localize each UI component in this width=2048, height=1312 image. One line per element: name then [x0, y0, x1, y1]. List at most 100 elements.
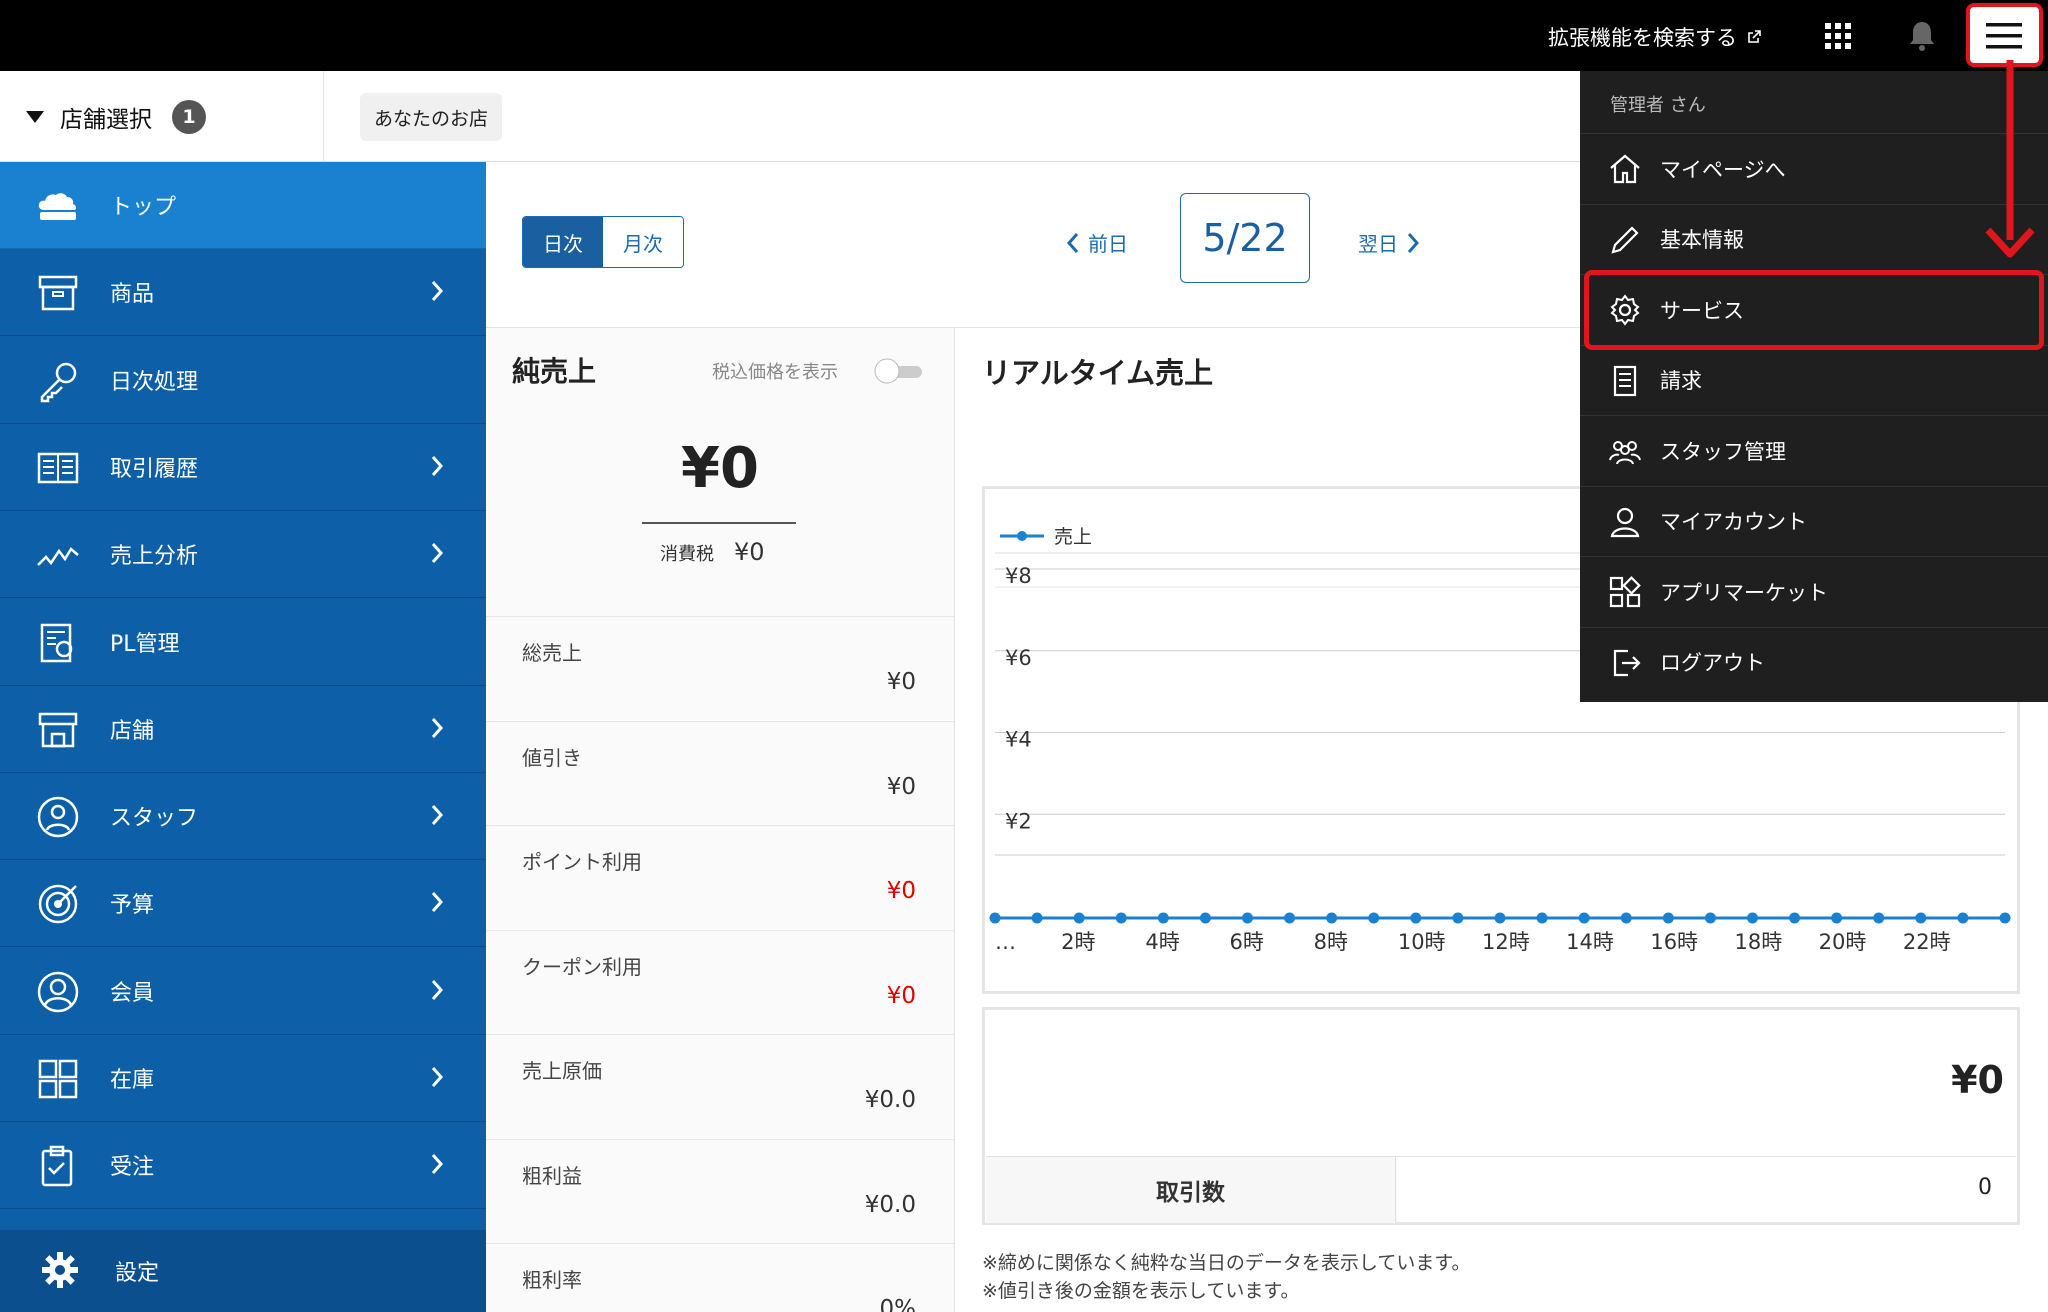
tax-include-switch[interactable] [874, 358, 926, 384]
data-point [1873, 912, 1885, 924]
settings-label: 設定 [115, 1261, 160, 1286]
sidebar-item[interactable]: 会員 [0, 947, 486, 1035]
y-tick-label: ¥8 [1005, 564, 1032, 588]
dropdown-item[interactable]: スタッフ管理 [1580, 415, 2048, 485]
legend-series-name: 売上 [1054, 526, 1093, 548]
dropdown-item-label: 請求 [1660, 369, 1702, 393]
metric-value: ¥0.0 [864, 1191, 916, 1218]
sidebar-item[interactable]: 商品 [0, 249, 486, 337]
annotation-arrow [1985, 60, 2035, 258]
sidebar-item[interactable]: 店舗 [0, 685, 486, 773]
apps-grid-icon[interactable] [1816, 14, 1860, 58]
metric-label: 総売上 [522, 641, 582, 665]
sidebar-item[interactable]: スタッフ [0, 773, 486, 861]
x-tick-label: 6時 [1230, 930, 1264, 954]
annotation-highlight-box [1584, 270, 2044, 350]
staff-icon [36, 795, 80, 839]
y-tick-label: ¥4 [1005, 728, 1032, 752]
chevron-right-icon [430, 803, 444, 827]
ledger-icon [36, 446, 80, 490]
sidebar-item[interactable]: トップ [0, 162, 486, 249]
data-point [1789, 912, 1801, 924]
data-point [1578, 912, 1590, 924]
x-tick-label: 8時 [1314, 930, 1348, 954]
summary-amount: ¥0 [1951, 1058, 2004, 1102]
sidebar-item-label: 商品 [110, 282, 155, 308]
dropdown-item[interactable]: ログアウト [1580, 626, 2048, 697]
sidebar-item[interactable]: 日次処理 [0, 336, 486, 424]
note-line: ※締めに関係なく純粋な当日のデータを表示しています。 [982, 1252, 1471, 1274]
dropdown-item[interactable]: マイアカウント [1580, 485, 2048, 556]
sidebar-item[interactable]: 売上分析 [0, 511, 486, 599]
data-point [1115, 912, 1127, 924]
chevron-right-icon [430, 716, 444, 740]
dropdown-item[interactable]: アプリマーケット [1580, 556, 2048, 626]
tax-value: ¥0 [734, 538, 765, 566]
x-tick-label: 12時 [1482, 930, 1530, 954]
account-dropdown-menu: 管理者 さん マイページへ 基本情報 サービス 請求 スタッフ管理 マイアカウン… [1580, 71, 2048, 702]
monthly-toggle-button[interactable]: 月次 [603, 217, 683, 267]
sidebar-item-label: 日次処理 [110, 369, 199, 395]
transaction-count-label: 取引数 [986, 1157, 1396, 1223]
divider [954, 328, 955, 1312]
key-icon [36, 359, 80, 403]
sidebar-item-label: トップ [110, 195, 177, 220]
sidebar-item[interactable]: 取引履歴 [0, 423, 486, 511]
metric-label: 売上原価 [522, 1059, 602, 1083]
current-date[interactable]: 5/22 [1180, 193, 1310, 283]
data-point [1915, 912, 1927, 924]
document-icon [1608, 364, 1642, 398]
hamburger-menu-icon [1986, 21, 2022, 51]
metric-label: クーポン利用 [522, 954, 642, 979]
sidebar-item-label: 取引履歴 [110, 456, 199, 482]
sidebar-item-label: 在庫 [110, 1068, 155, 1093]
x-tick-label: 22時 [1903, 930, 1951, 954]
data-point [1031, 912, 1043, 924]
hamburger-menu-button[interactable] [1966, 3, 2043, 67]
store-select-label: 店舗選択 [60, 106, 152, 133]
chevron-right-icon [430, 279, 444, 303]
prev-day-label: 前日 [1088, 232, 1128, 256]
metric-label: 粗利率 [522, 1268, 582, 1292]
sidebar-item[interactable]: 予算 [0, 860, 486, 948]
metric-value: 0% [879, 1296, 917, 1312]
next-day-button[interactable]: 翌日 [1358, 228, 1420, 257]
external-link-icon [1747, 30, 1761, 44]
sidebar-nav: トップ 商品 日次処理 取引履歴 売上分析 PL管理 店舗 スタッフ 予算 会員… [0, 162, 486, 1312]
dropdown-item[interactable]: 請求 [1580, 344, 2048, 415]
extension-search-label: 拡張機能を検索する [1548, 26, 1737, 50]
x-tick-label: … [995, 930, 1016, 954]
prev-day-button[interactable]: 前日 [1066, 228, 1128, 257]
net-sales-underline [642, 522, 796, 524]
sidebar-item-label: 会員 [110, 980, 155, 1006]
daily-toggle-button[interactable]: 日次 [523, 217, 603, 267]
sidebar-item-settings[interactable]: 設定 [0, 1230, 486, 1312]
data-point [1536, 912, 1548, 924]
store-select-dropdown[interactable]: 店舗選択 1 [0, 71, 324, 162]
chevron-right-icon [430, 541, 444, 565]
sidebar-item[interactable]: PL管理 [0, 598, 486, 686]
dropdown-item[interactable]: マイページへ [1580, 133, 2048, 203]
dropdown-item-label: ログアウト [1660, 651, 1765, 675]
sidebar-item[interactable]: 受注 [0, 1122, 486, 1210]
sidebar-item-label: 受注 [110, 1155, 155, 1181]
data-point [1073, 912, 1085, 924]
extension-search-link[interactable]: 拡張機能を検索する [1548, 20, 1761, 54]
bell-icon[interactable] [1900, 14, 1944, 58]
sidebar-item[interactable]: 在庫 [0, 1035, 486, 1122]
sidebar-item-label: PL管理 [110, 631, 180, 657]
x-tick-label: 10時 [1398, 930, 1446, 954]
transaction-count-row: 取引数 0 [986, 1156, 2016, 1223]
data-point [1494, 912, 1506, 924]
data-point [1326, 912, 1338, 924]
y-tick-label: ¥2 [1005, 809, 1032, 833]
metric-value: ¥0.0 [864, 1087, 916, 1113]
dropdown-item[interactable]: 基本情報 [1580, 203, 2048, 274]
current-store-chip[interactable]: あなたのお店 [360, 93, 503, 141]
dropdown-item-label: アプリマーケット [1660, 580, 1828, 605]
data-point [1957, 912, 1969, 924]
member-icon [36, 970, 80, 1014]
sidebar-item-label: 店舗 [110, 718, 155, 744]
metric-row: 粗利率 0% [486, 1243, 954, 1312]
report-icon [36, 621, 80, 665]
